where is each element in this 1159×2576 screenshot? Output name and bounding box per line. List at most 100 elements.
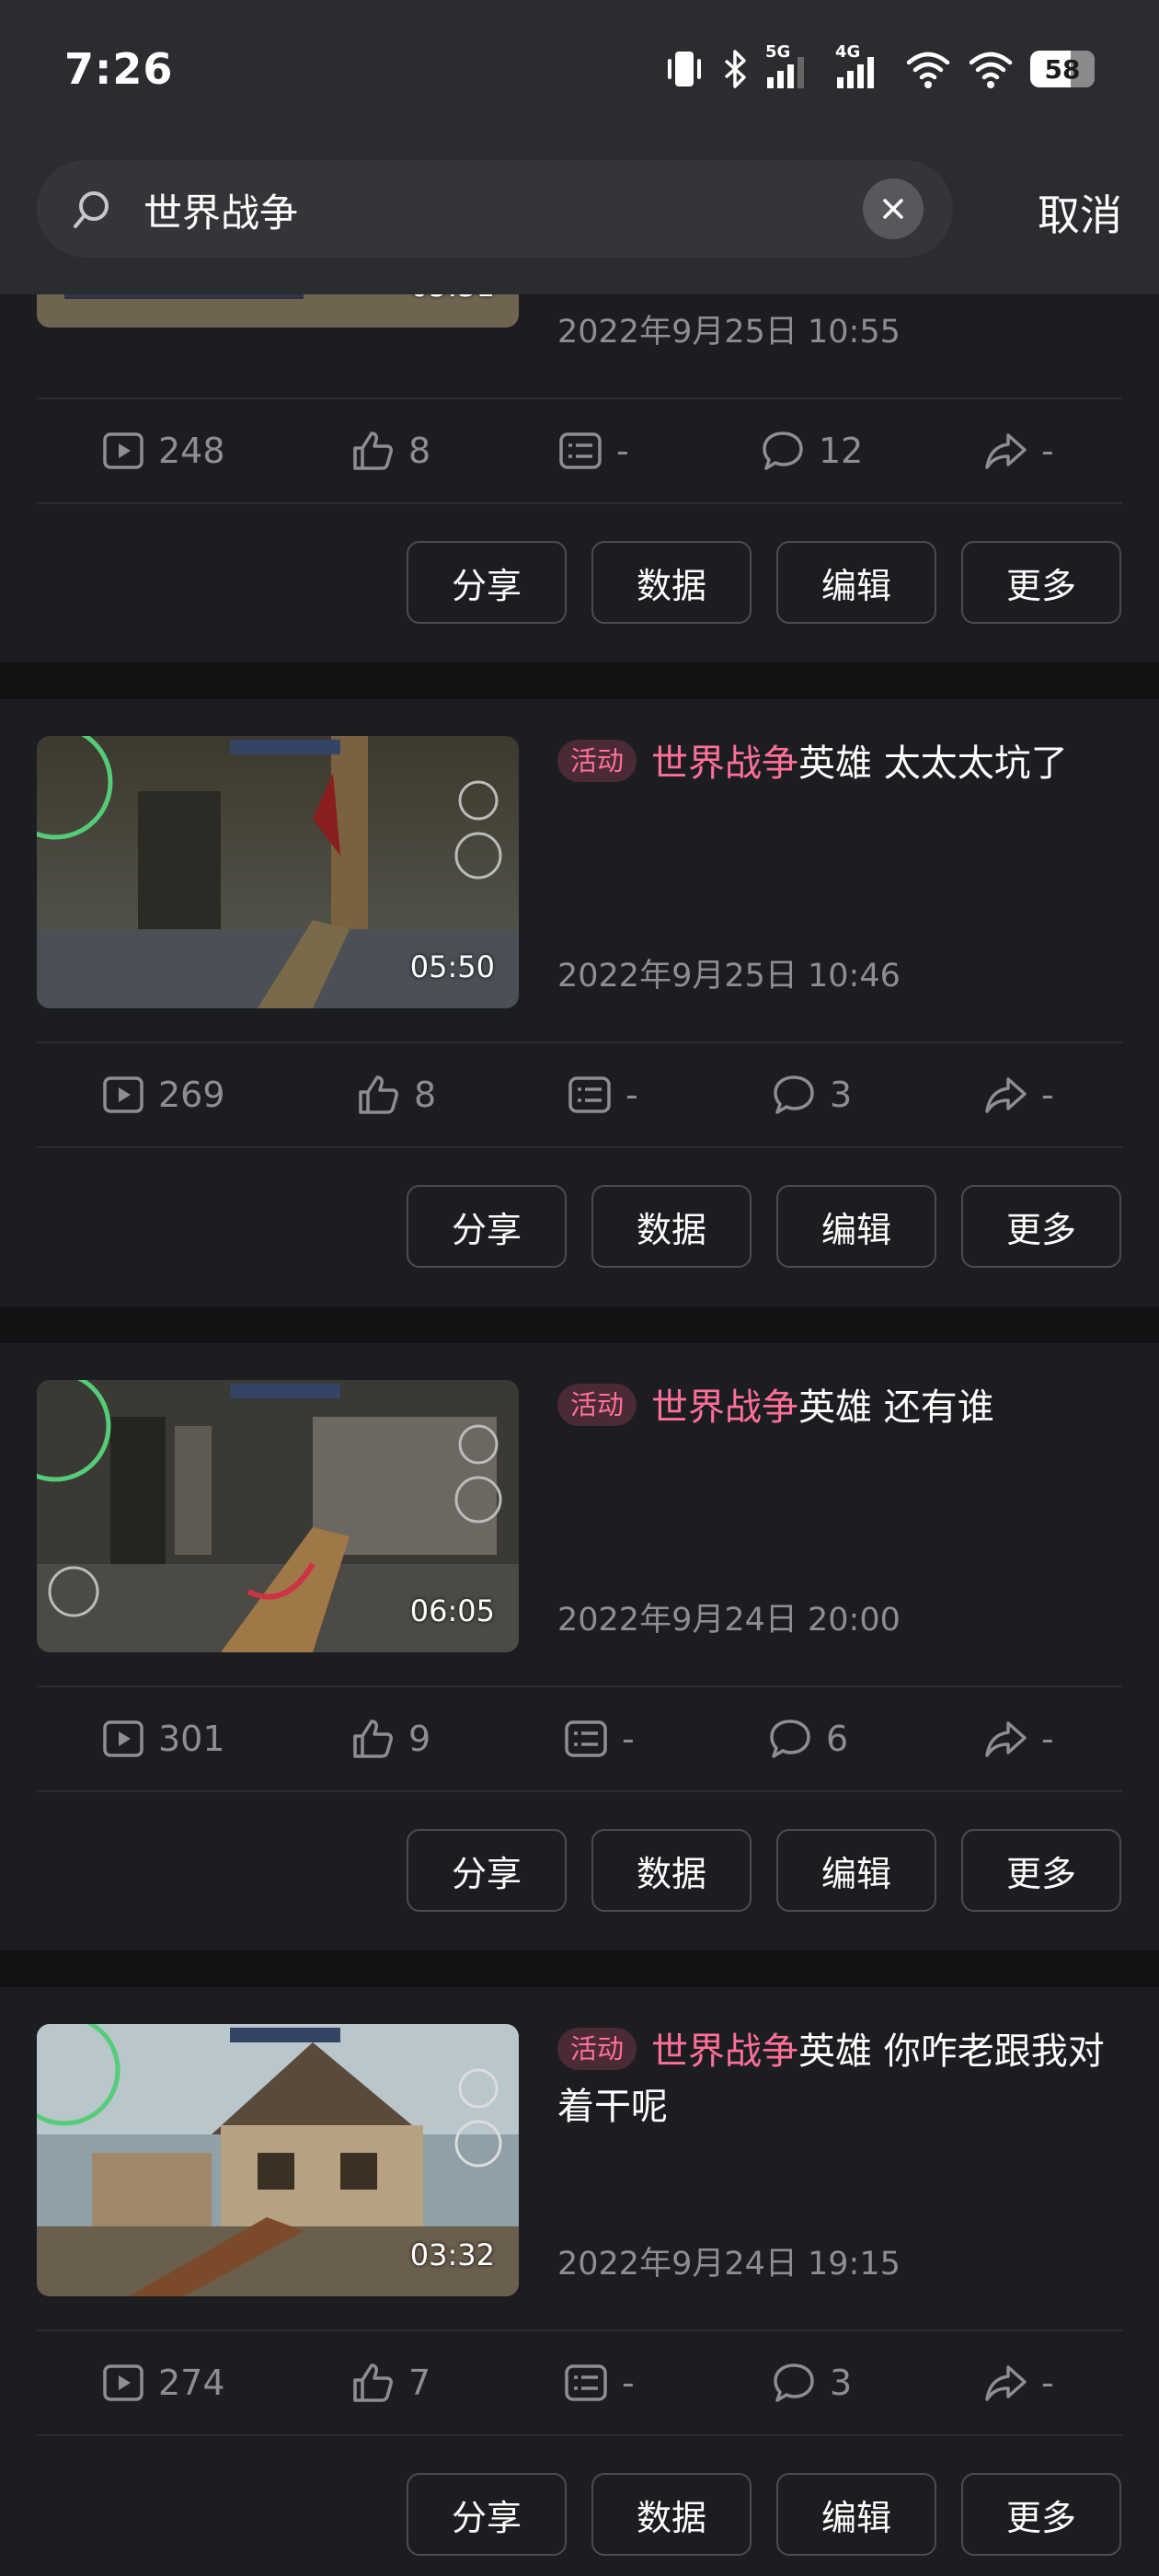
play-count-icon xyxy=(103,432,143,469)
video-date: 2022年9月24日 19:15 xyxy=(557,2246,901,2283)
title-text: 英雄 还有谁 xyxy=(798,1386,994,1429)
video-thumbnail[interactable]: 06:05 xyxy=(37,1380,519,1652)
comments-count: 6 xyxy=(826,1719,849,1759)
share-icon xyxy=(985,1077,1027,1113)
shares-stat[interactable]: - xyxy=(982,2331,1054,2434)
more-button[interactable]: 更多 xyxy=(961,541,1121,624)
play-count-icon xyxy=(103,2364,143,2401)
comment-icon xyxy=(774,2363,814,2402)
divider xyxy=(37,502,1122,504)
activity-tag: 活动 xyxy=(557,2028,637,2070)
video-stats-row: 248 8 - 12 - xyxy=(0,399,1159,502)
danmaku-stat: - xyxy=(557,399,629,502)
close-icon xyxy=(883,199,903,219)
more-button[interactable]: 更多 xyxy=(961,1185,1121,1268)
edit-button[interactable]: 编辑 xyxy=(776,541,936,624)
status-time: 7:26 xyxy=(64,44,174,94)
edit-button[interactable]: 编辑 xyxy=(776,2473,936,2556)
video-stats-row: 269 8 - 3 - xyxy=(0,1043,1159,1146)
plays-stat: 248 xyxy=(101,399,225,502)
data-button[interactable]: 数据 xyxy=(591,1185,752,1268)
title-keyword: 世界战争 xyxy=(651,742,799,785)
more-button[interactable]: 更多 xyxy=(961,1829,1121,1912)
action-buttons-row: 分享 数据 编辑 更多 xyxy=(0,1829,1159,1914)
bluetooth-icon xyxy=(724,50,746,88)
plays-stat: 269 xyxy=(101,1043,225,1146)
shares-count: - xyxy=(1041,1719,1054,1759)
shares-stat[interactable]: - xyxy=(982,1043,1054,1146)
likes-count: 9 xyxy=(408,1719,431,1759)
video-title[interactable]: 活动 世界战争英雄 你咋老跟我对着干呢 xyxy=(557,2024,1128,2134)
video-title[interactable]: 活动 世界战争英雄 太太太坑了 xyxy=(557,736,1128,791)
action-buttons-row: 分享 数据 编辑 更多 xyxy=(0,1185,1159,1270)
play-count-icon xyxy=(103,1076,143,1113)
comments-stat[interactable]: 12 xyxy=(760,399,863,502)
share-button[interactable]: 分享 xyxy=(407,1185,567,1268)
edit-button[interactable]: 编辑 xyxy=(776,1185,936,1268)
search-input[interactable]: 世界战争 xyxy=(37,160,953,258)
shares-count: - xyxy=(1041,2363,1054,2403)
likes-stat[interactable]: 9 xyxy=(350,1687,430,1790)
title-keyword: 世界战争 xyxy=(651,1386,799,1429)
danmaku-stat: - xyxy=(563,1687,635,1790)
share-icon xyxy=(985,1721,1027,1757)
video-stats-row: 274 7 - 3 - xyxy=(0,2331,1159,2434)
wifi-icon xyxy=(969,52,1013,88)
comments-stat[interactable]: 6 xyxy=(767,1687,848,1790)
share-button[interactable]: 分享 xyxy=(407,541,567,624)
thumbs-up-icon xyxy=(353,1719,393,1758)
shares-count: - xyxy=(1041,431,1054,471)
likes-count: 8 xyxy=(408,431,431,471)
video-thumbnail[interactable]: 05:50 xyxy=(37,736,519,1008)
shares-stat[interactable]: - xyxy=(982,399,1054,502)
wifi-icon xyxy=(906,52,950,88)
likes-stat[interactable]: 8 xyxy=(355,1043,436,1146)
share-button[interactable]: 分享 xyxy=(407,2473,567,2556)
thumbs-up-icon xyxy=(353,431,393,470)
danmaku-icon xyxy=(559,432,602,469)
data-button[interactable]: 数据 xyxy=(591,2473,752,2556)
plays-count: 269 xyxy=(158,1075,225,1115)
clear-search-button[interactable] xyxy=(863,178,924,239)
video-card: 03:32 活动 世界战争英雄 你咋老跟我对着干呢 2022年9月24日 19:1… xyxy=(0,1987,1159,2576)
play-count-icon xyxy=(103,1720,143,1757)
cancel-button[interactable]: 取消 xyxy=(1038,182,1122,243)
more-button[interactable]: 更多 xyxy=(961,2473,1121,2556)
plays-count: 301 xyxy=(158,1719,225,1759)
comments-stat[interactable]: 3 xyxy=(771,2331,852,2434)
action-buttons-row: 分享 数据 编辑 更多 xyxy=(0,2473,1159,2558)
video-card: 05:50 活动 世界战争英雄 太太太坑了 2022年9月25日 10:46 26… xyxy=(0,699,1159,1306)
plays-count: 274 xyxy=(158,2363,225,2403)
thumbs-up-icon xyxy=(353,2363,393,2402)
danmaku-count: - xyxy=(625,1075,638,1115)
share-button[interactable]: 分享 xyxy=(407,1829,567,1912)
data-button[interactable]: 数据 xyxy=(591,541,752,624)
edit-button[interactable]: 编辑 xyxy=(776,1829,936,1912)
shares-stat[interactable]: - xyxy=(982,1687,1054,1790)
data-button[interactable]: 数据 xyxy=(591,1829,752,1912)
danmaku-icon xyxy=(565,2364,607,2401)
share-icon xyxy=(985,433,1027,469)
plays-stat: 274 xyxy=(101,2331,225,2434)
danmaku-icon xyxy=(565,1720,607,1757)
activity-tag: 活动 xyxy=(557,1384,637,1426)
signal-4g-icon: 4G xyxy=(835,42,889,90)
video-duration: 03:32 xyxy=(409,2237,495,2272)
plays-stat: 301 xyxy=(101,1687,225,1790)
divider xyxy=(37,2434,1122,2436)
plays-count: 248 xyxy=(158,431,225,471)
danmaku-icon xyxy=(568,1076,611,1113)
video-thumbnail[interactable]: 03:32 xyxy=(37,2024,519,2296)
action-buttons-row: 分享 数据 编辑 更多 xyxy=(0,541,1159,626)
video-stats-row: 301 9 - 6 - xyxy=(0,1687,1159,1790)
comments-count: 3 xyxy=(830,2363,853,2403)
comments-stat[interactable]: 3 xyxy=(771,1043,852,1146)
comments-count: 12 xyxy=(819,431,864,471)
signal-5g-icon: 5G xyxy=(765,42,819,90)
search-icon xyxy=(74,191,109,228)
likes-stat[interactable]: 8 xyxy=(350,399,430,502)
likes-stat[interactable]: 7 xyxy=(350,2331,430,2434)
video-title[interactable]: 活动 世界战争英雄 还有谁 xyxy=(557,1380,1128,1435)
search-query[interactable]: 世界战争 xyxy=(143,182,298,238)
signal-bars xyxy=(837,57,874,88)
